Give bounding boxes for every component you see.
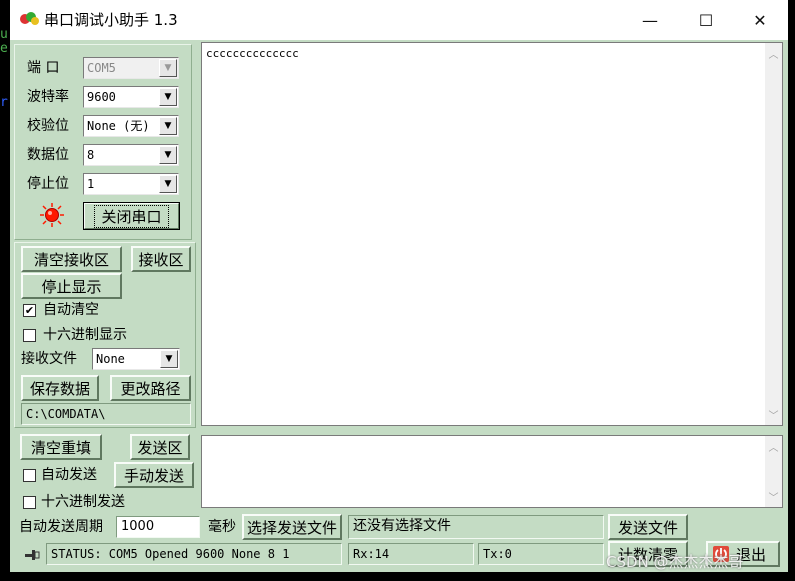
baud-value: 9600 — [87, 90, 116, 104]
close-button[interactable]: ✕ — [732, 0, 788, 40]
receive-file-select[interactable]: None ▼ — [92, 348, 180, 370]
clear-resend-label: 清空重填 — [30, 438, 91, 457]
stopbits-select[interactable]: 1 ▼ — [83, 173, 179, 195]
auto-send-label: 自动发送 — [41, 467, 97, 483]
app-icon — [20, 12, 39, 25]
scroll-up-icon[interactable]: ︿ — [765, 45, 782, 62]
title-bar[interactable]: 串口调试小助手 1.3 — ☐ ✕ — [10, 0, 788, 40]
parity-select[interactable]: None (无) ▼ — [83, 115, 179, 137]
clear-receive-button[interactable]: 清空接收区 — [21, 246, 122, 272]
stop-display-button[interactable]: 停止显示 — [21, 273, 122, 299]
stopbits-value: 1 — [87, 177, 95, 191]
file-status-field: 还没有选择文件 — [348, 515, 604, 539]
receive-file-value: None — [96, 352, 125, 366]
window-title: 串口调试小助手 1.3 — [44, 11, 178, 29]
period-input[interactable]: 1000 — [116, 516, 200, 538]
dropdown-arrow-icon[interactable]: ▼ — [159, 88, 177, 106]
hex-display-checkbox[interactable] — [23, 329, 36, 342]
manual-send-button[interactable]: 手动发送 — [114, 462, 194, 488]
parity-value: None (无) — [87, 119, 150, 133]
choose-send-file-button[interactable]: 选择发送文件 — [242, 514, 342, 540]
scroll-down-icon[interactable]: ﹀ — [765, 406, 782, 423]
receive-area-label: 接收区 — [138, 250, 184, 269]
send-area-label: 发送区 — [137, 438, 183, 457]
edge-char-e: e — [0, 41, 8, 56]
manual-send-label: 手动发送 — [123, 466, 184, 485]
scroll-up-icon[interactable]: ︿ — [765, 438, 782, 455]
save-path-field[interactable]: C:\COMDATA\ — [21, 403, 191, 425]
pin-icon — [25, 550, 40, 560]
scroll-down-icon[interactable]: ﹀ — [765, 488, 782, 505]
auto-clear-checkbox[interactable]: ✔ — [23, 304, 36, 317]
hex-display-label: 十六进制显示 — [43, 327, 127, 343]
databits-select[interactable]: 8 ▼ — [83, 144, 179, 166]
dropdown-arrow-icon[interactable]: ▼ — [159, 175, 177, 193]
change-path-button[interactable]: 更改路径 — [110, 375, 191, 401]
receive-textarea[interactable]: cccccccccccccc ︿ ﹀ — [201, 42, 783, 426]
hex-send-checkbox[interactable] — [23, 496, 36, 509]
background-edge: u e r — [0, 0, 10, 581]
hex-send-label: 十六进制发送 — [41, 494, 125, 510]
dropdown-arrow-icon[interactable]: ▼ — [159, 146, 177, 164]
close-port-button[interactable]: 关闭串口 — [83, 202, 180, 230]
rx-counter: Rx:14 — [348, 543, 474, 565]
receive-scrollbar[interactable]: ︿ ﹀ — [765, 43, 782, 425]
client-area: 端 口 COM5 ▼ 波特率 9600 ▼ 校验位 None (无) ▼ 数据位… — [10, 40, 788, 572]
period-label: 自动发送周期 — [19, 519, 103, 535]
send-file-button[interactable]: 发送文件 — [608, 514, 688, 540]
send-area-button[interactable]: 发送区 — [130, 434, 190, 460]
receive-area-button[interactable]: 接收区 — [131, 246, 191, 272]
port-value: COM5 — [87, 61, 116, 75]
dropdown-arrow-icon[interactable]: ▼ — [159, 117, 177, 135]
led-indicator-icon — [40, 203, 64, 227]
close-port-label: 关闭串口 — [94, 204, 169, 228]
databits-label: 数据位 — [27, 147, 69, 163]
change-path-label: 更改路径 — [120, 379, 181, 398]
app-window: 串口调试小助手 1.3 — ☐ ✕ 端 口 COM5 ▼ 波特率 9600 ▼ … — [10, 0, 788, 572]
status-field: STATUS: COM5 Opened 9600 None 8 1 — [46, 543, 342, 565]
edge-char-r: r — [0, 95, 8, 110]
choose-send-file-label: 选择发送文件 — [246, 518, 337, 537]
dropdown-arrow-icon[interactable]: ▼ — [159, 59, 177, 77]
receive-content: cccccccccccccc — [206, 47, 299, 60]
ms-label: 毫秒 — [208, 519, 236, 535]
send-file-label: 发送文件 — [617, 518, 678, 537]
send-textarea[interactable]: ︿ ﹀ — [201, 435, 783, 508]
clear-resend-button[interactable]: 清空重填 — [20, 434, 102, 460]
csdn-watermark: CSDN @杰杰杰杰哥 — [606, 553, 744, 571]
receive-file-label: 接收文件 — [21, 351, 77, 367]
stop-display-label: 停止显示 — [41, 277, 102, 296]
baud-select[interactable]: 9600 ▼ — [83, 86, 179, 108]
auto-clear-label: 自动清空 — [43, 302, 99, 318]
databits-value: 8 — [87, 148, 95, 162]
maximize-button[interactable]: ☐ — [678, 0, 734, 40]
stopbits-label: 停止位 — [27, 176, 69, 192]
parity-label: 校验位 — [27, 118, 69, 134]
send-scrollbar[interactable]: ︿ ﹀ — [765, 436, 782, 507]
save-data-button[interactable]: 保存数据 — [21, 375, 99, 401]
port-label: 端 口 — [27, 60, 60, 76]
dropdown-arrow-icon[interactable]: ▼ — [160, 350, 178, 368]
minimize-button[interactable]: — — [622, 0, 678, 40]
save-data-label: 保存数据 — [29, 379, 90, 398]
edge-char-u: u — [0, 27, 8, 42]
baud-label: 波特率 — [27, 89, 69, 105]
auto-send-checkbox[interactable] — [23, 469, 36, 482]
clear-receive-label: 清空接收区 — [33, 250, 109, 269]
tx-counter: Tx:0 — [478, 543, 604, 565]
port-select[interactable]: COM5 ▼ — [83, 57, 179, 79]
